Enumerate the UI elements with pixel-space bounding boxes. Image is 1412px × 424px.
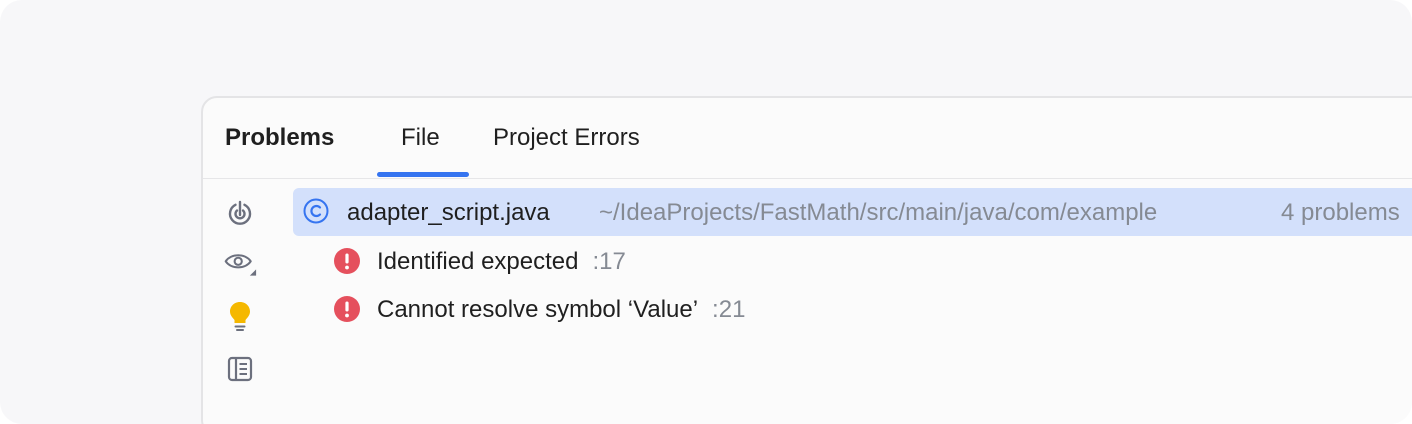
- problem-count: 4 problems: [1281, 199, 1400, 226]
- problem-text: Cannot resolve symbol ‘Value’ :21: [377, 296, 745, 324]
- autoscroll-icon: [228, 200, 252, 225]
- problem-message: Cannot resolve symbol ‘Value’: [377, 296, 699, 323]
- autoscroll-button[interactable]: [223, 196, 257, 230]
- tab-bar: Problems File Project Errors: [203, 98, 1412, 179]
- problem-line-number: :21: [712, 296, 746, 323]
- quick-fix-button[interactable]: [223, 300, 257, 334]
- problems-panel: Problems File Project Errors adapter_scr…: [201, 96, 1412, 424]
- file-name: adapter_script.java: [347, 199, 550, 226]
- tab-file[interactable]: File: [401, 124, 440, 152]
- class-icon: [303, 198, 329, 224]
- problem-item[interactable]: Identified expected :17: [333, 239, 1412, 283]
- active-tab-indicator: [377, 172, 469, 177]
- tab-project-errors[interactable]: Project Errors: [493, 124, 640, 152]
- file-node[interactable]: adapter_script.java ~/IdeaProjects/FastM…: [293, 188, 1412, 236]
- preview-toggle-button[interactable]: [223, 352, 257, 386]
- panel-title: Problems: [225, 124, 335, 151]
- problem-line-number: :17: [592, 248, 626, 275]
- bulb-icon: [230, 302, 250, 331]
- view-options-button[interactable]: [223, 247, 257, 281]
- file-path: ~/IdeaProjects/FastMath/src/main/java/co…: [599, 199, 1158, 226]
- problem-item[interactable]: Cannot resolve symbol ‘Value’ :21: [333, 287, 1412, 331]
- error-icon: [334, 296, 360, 322]
- error-icon: [334, 248, 360, 274]
- side-toolbar: [203, 180, 283, 424]
- background: Problems File Project Errors adapter_scr…: [0, 0, 1412, 424]
- problem-message: Identified expected: [377, 248, 579, 275]
- problem-text: Identified expected :17: [377, 248, 626, 276]
- eye-icon: [224, 254, 257, 276]
- preview-panel-icon: [227, 356, 253, 382]
